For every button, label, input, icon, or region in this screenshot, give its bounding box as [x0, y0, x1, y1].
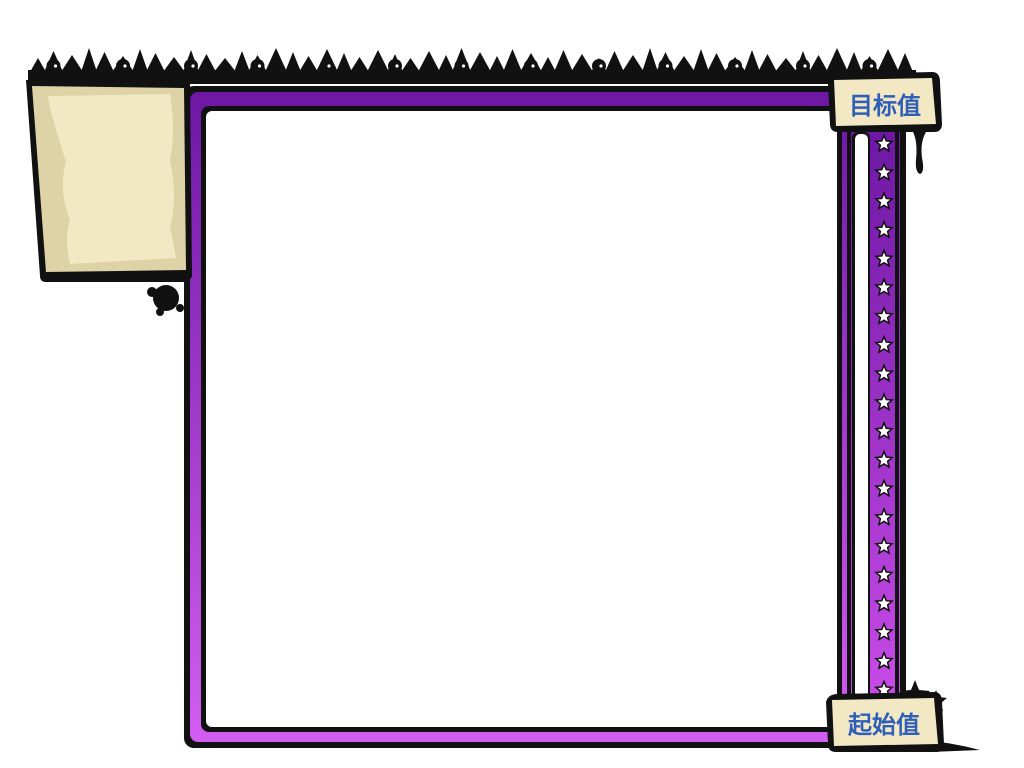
spike [418, 51, 440, 72]
spike [693, 49, 709, 72]
parchment-note [26, 80, 192, 282]
spike [809, 55, 828, 72]
spike [489, 56, 505, 72]
spike [30, 58, 46, 72]
spike [285, 52, 301, 72]
spike [81, 48, 97, 72]
spike [299, 56, 318, 72]
spike [540, 57, 556, 72]
spike [146, 53, 165, 72]
spike [336, 53, 352, 72]
spike [163, 57, 185, 72]
spike [877, 49, 899, 72]
play-area[interactable] [201, 106, 842, 732]
spike [214, 58, 236, 72]
ink-drip-decoration [912, 130, 926, 174]
spiky-border-decoration [28, 48, 916, 84]
start-value-tag: 起始值 [826, 692, 944, 752]
progress-meter [847, 122, 899, 712]
spike [401, 58, 420, 72]
spike [95, 52, 114, 72]
spike [897, 53, 913, 72]
spike [367, 50, 389, 72]
spike [826, 48, 848, 72]
meter-track [855, 134, 868, 698]
spike [438, 55, 454, 72]
spike [132, 49, 148, 72]
start-value-label: 起始值 [847, 710, 920, 739]
spike [469, 52, 491, 72]
spike [744, 50, 760, 72]
spike [673, 56, 695, 72]
spike [61, 55, 83, 72]
spike [197, 54, 216, 72]
spike [265, 48, 287, 72]
spike [707, 53, 726, 72]
spike [758, 54, 777, 72]
spike [234, 51, 250, 72]
spike [775, 58, 797, 72]
spike [350, 57, 369, 72]
spike [554, 50, 573, 72]
target-value-label: 目标值 [849, 91, 921, 120]
spike [605, 51, 624, 72]
spike [846, 52, 862, 72]
ink-splat-decoration [147, 285, 184, 316]
target-value-tag: 目标值 [828, 72, 942, 132]
game-frame: 目标值 起始值 [26, 48, 980, 752]
spike [571, 54, 593, 72]
spike [622, 55, 644, 72]
spike [642, 48, 658, 72]
spike [503, 49, 522, 72]
